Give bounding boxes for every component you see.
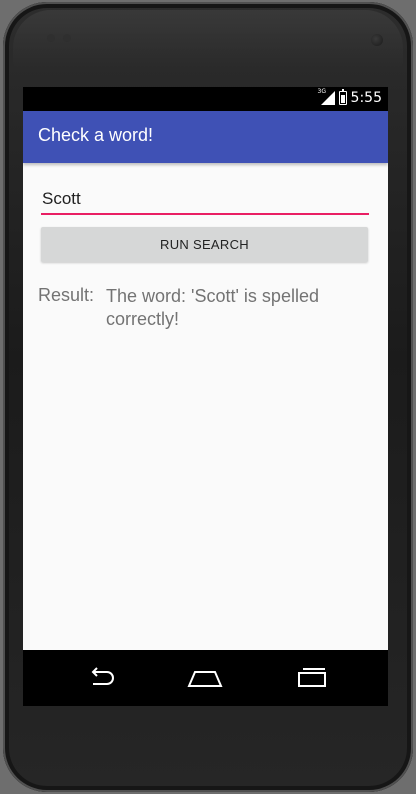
home-icon (187, 671, 223, 687)
result-text: The word: 'Scott' is spelled correctly! (106, 286, 319, 329)
navigation-bar (23, 650, 388, 706)
front-camera (371, 34, 383, 46)
back-button[interactable] (80, 662, 120, 694)
app-title: Check a word! (38, 125, 154, 145)
word-input-field[interactable] (41, 185, 370, 215)
word-input[interactable] (41, 185, 370, 213)
recents-button[interactable] (292, 662, 332, 694)
signal-icon: 3G (317, 88, 335, 105)
app-bar: Check a word! (23, 111, 388, 163)
status-bar: 3G 5:55 (23, 87, 388, 111)
battery-icon (338, 89, 347, 105)
input-underline (41, 213, 369, 215)
home-button[interactable] (185, 662, 225, 694)
recents-icon (298, 668, 326, 687)
app-screen: 3G 5:55 Check a word! RUN SEARCH Result:… (23, 87, 388, 706)
network-type: 3G (317, 88, 327, 95)
frame-shine (13, 10, 403, 70)
run-search-button[interactable]: RUN SEARCH (41, 227, 368, 262)
sensor-dot (47, 34, 55, 42)
result-label: Result: (38, 285, 95, 305)
clock: 5:55 (350, 90, 382, 106)
sensor-dot (63, 34, 71, 42)
back-icon (91, 667, 114, 685)
